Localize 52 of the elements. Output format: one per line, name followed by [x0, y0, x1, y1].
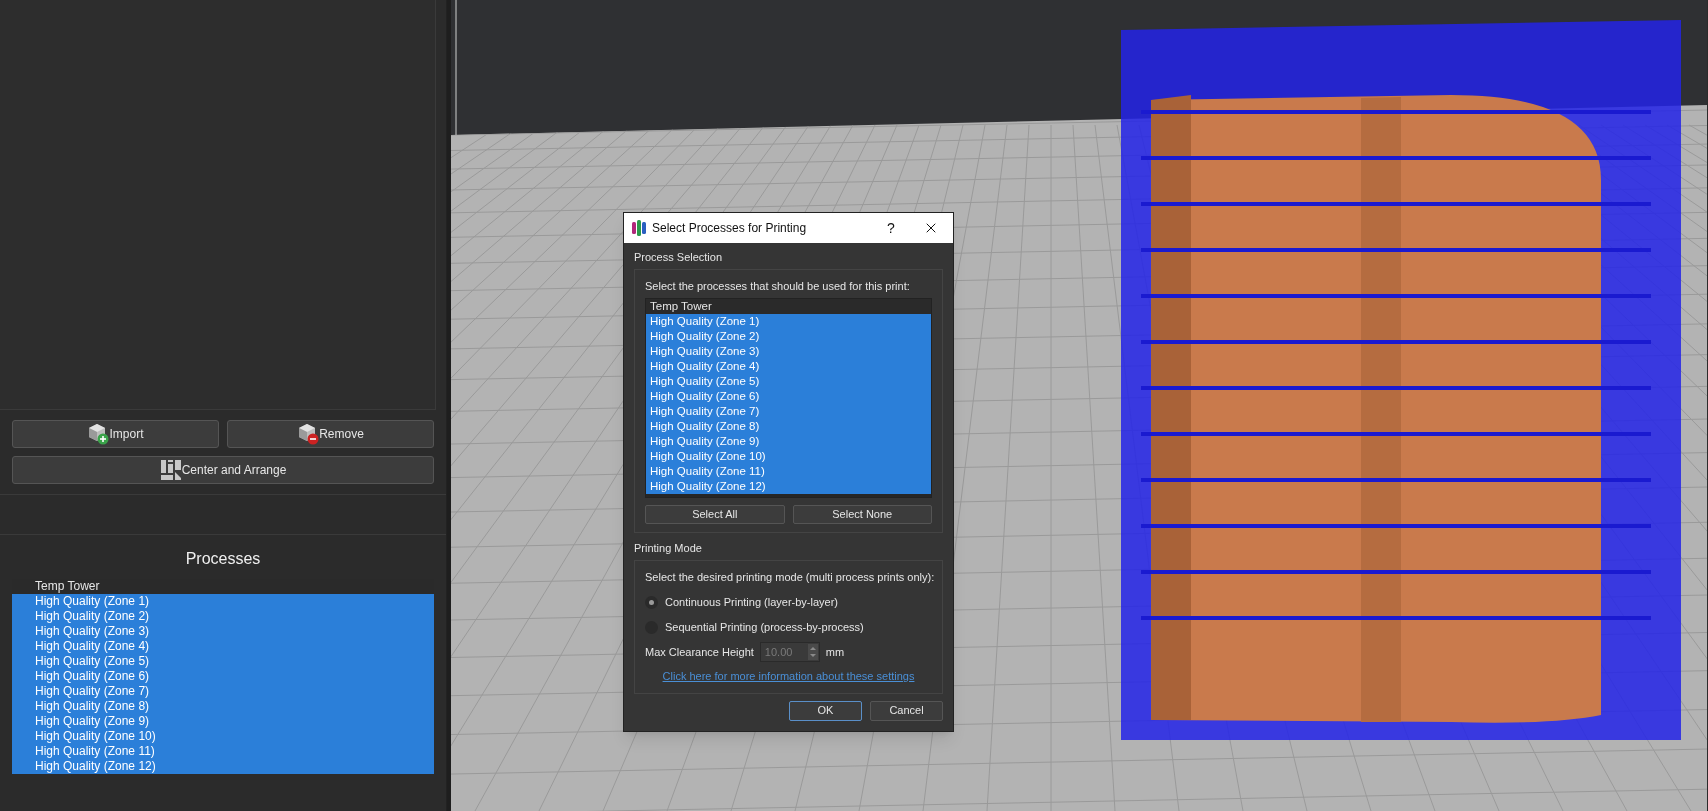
ok-button[interactable]: OK — [789, 700, 862, 721]
list-item[interactable]: High Quality (Zone 4) — [646, 359, 931, 374]
group-heading: Printing Mode — [634, 541, 703, 556]
process-list[interactable] — [12, 579, 434, 774]
cube-minus-icon — [297, 423, 320, 445]
instruction-text: Select the desired printing mode (multi process prints only): — [645, 569, 932, 585]
list-item[interactable]: High Quality (Zone 1) — [646, 314, 931, 329]
select-none-button[interactable]: Select None — [792, 505, 932, 524]
list-item[interactable]: High Quality (Zone 2) — [12, 609, 434, 624]
process-list[interactable] — [645, 298, 932, 498]
list-item[interactable]: High Quality (Zone 5) — [646, 374, 931, 389]
radio-label: Sequential Printing (process-by-process) — [665, 620, 864, 636]
list-item[interactable]: High Quality (Zone 8) — [646, 419, 931, 434]
dialog-title: Select Processes for Printing — [652, 220, 808, 237]
remove-button[interactable]: Remove — [227, 420, 434, 448]
field-label: Max Clearance Height — [645, 644, 754, 660]
radio-button[interactable] — [645, 596, 658, 609]
list-item[interactable]: High Quality (Zone 2) — [646, 329, 931, 344]
section-title: Processes — [184, 549, 262, 569]
layout-icon — [159, 459, 182, 481]
select-all-button[interactable]: Select All — [645, 505, 785, 524]
radio-label: Continuous Printing (layer-by-layer) — [665, 595, 838, 611]
list-item[interactable]: High Quality (Zone 7) — [12, 684, 434, 699]
list-item[interactable]: High Quality (Zone 5) — [12, 654, 434, 669]
list-item[interactable]: Temp Tower — [646, 299, 931, 314]
app-icon — [632, 220, 646, 236]
cancel-button[interactable]: Cancel — [870, 700, 943, 721]
arrange-button[interactable]: Center and Arrange — [12, 456, 434, 484]
list-item[interactable]: High Quality (Zone 10) — [12, 729, 434, 744]
import-button[interactable]: Import — [12, 420, 219, 448]
info-link[interactable]: Click here for more information about these settings — [662, 668, 915, 685]
unit-label: mm — [825, 644, 845, 660]
list-item[interactable]: High Quality (Zone 11) — [646, 464, 931, 479]
list-item[interactable]: High Quality (Zone 1) — [12, 594, 434, 609]
help-button[interactable]: ? — [879, 217, 903, 239]
group-heading: Process Selection — [634, 250, 724, 265]
list-item[interactable]: High Quality (Zone 12) — [12, 759, 434, 774]
list-item[interactable]: High Quality (Zone 3) — [12, 624, 434, 639]
list-item[interactable]: High Quality (Zone 9) — [12, 714, 434, 729]
list-item[interactable]: High Quality (Zone 10) — [646, 449, 931, 464]
list-item[interactable]: High Quality (Zone 8) — [12, 699, 434, 714]
list-item[interactable]: High Quality (Zone 11) — [12, 744, 434, 759]
list-item[interactable]: High Quality (Zone 6) — [12, 669, 434, 684]
cube-plus-icon — [87, 423, 110, 445]
list-item[interactable]: High Quality (Zone 12) — [646, 479, 931, 494]
instruction-text: Select the processes that should be used for this print: — [645, 278, 911, 294]
list-item[interactable]: High Quality (Zone 7) — [646, 404, 931, 419]
list-item[interactable]: High Quality (Zone 3) — [646, 344, 931, 359]
list-item[interactable]: High Quality (Zone 9) — [646, 434, 931, 449]
list-item[interactable]: High Quality (Zone 4) — [12, 639, 434, 654]
list-item[interactable]: High Quality (Zone 6) — [646, 389, 931, 404]
list-item[interactable]: Temp Tower — [12, 579, 434, 594]
